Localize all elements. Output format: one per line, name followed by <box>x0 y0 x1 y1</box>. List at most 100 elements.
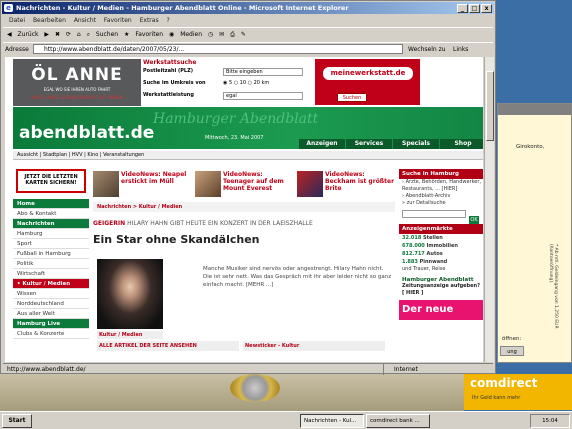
breadcrumb[interactable]: Nachrichten > Kultur / Medien <box>93 202 395 212</box>
task-abendblatt[interactable]: Nachrichten - Kul... <box>300 414 364 428</box>
search-button[interactable]: ⌕ Suchen <box>87 28 119 42</box>
start-button[interactable]: Start <box>2 414 32 428</box>
markt-more[interactable]: und Trauer, Reise <box>399 266 483 273</box>
leistung-select[interactable]: egal <box>223 92 303 100</box>
pink-ad[interactable]: Der neue <box>399 300 483 320</box>
search-item[interactable]: › Abendblatt-Archiv <box>399 193 483 200</box>
mail-icon[interactable]: ✉ <box>219 28 224 42</box>
tickets-ad[interactable]: JETZT DIE LETZTEN KARTEN SICHERN! <box>16 169 86 193</box>
menu-favoriten[interactable]: Favoriten <box>104 17 132 24</box>
menu-extras[interactable]: Extras <box>140 17 159 24</box>
markt-count: 812.717 <box>402 251 425 257</box>
search-item[interactable]: Restaurants, ... [HIER] <box>399 186 483 193</box>
teaser-image <box>297 171 323 197</box>
forward-button[interactable]: ▶ <box>44 28 49 42</box>
markt-row[interactable]: 678.000 Immobilien <box>399 242 483 250</box>
main-column: VideoNews: Neapel erstickt im Müll Video… <box>93 171 395 362</box>
main-nav: Anzeigen Services Specials Shop <box>299 139 483 149</box>
home-icon[interactable]: ⌂ <box>77 28 81 42</box>
radius-radios[interactable]: ◉ 5 ○ 10 ○ 20 km <box>223 80 269 86</box>
left-nav-item[interactable]: Sport <box>13 239 89 249</box>
address-label: Adresse <box>5 46 29 53</box>
teaser-text: VideoNews: Neapel erstickt im Müll <box>121 171 187 185</box>
teaser-text: VideoNews: Teenager auf dem Mount Everes… <box>223 171 284 192</box>
all-articles-link[interactable]: ALLE ARTIKEL DER SEITE ANSEHEN <box>97 341 239 351</box>
markt-label: Stellen <box>423 235 443 241</box>
menu-datei[interactable]: Datei <box>9 17 25 24</box>
markt-row[interactable]: 32.018 Stellen <box>399 234 483 242</box>
article-headline[interactable]: Ein Star ohne Skandälchen <box>93 233 395 246</box>
title-bar[interactable]: e Nachrichten - Kultur / Medien - Hambur… <box>2 2 494 14</box>
refresh-icon[interactable]: ⟳ <box>66 28 71 42</box>
menu-bearbeiten[interactable]: Bearbeiten <box>33 17 66 24</box>
left-nav-item[interactable]: Nachrichten <box>13 219 89 229</box>
vertical-scrollbar[interactable] <box>484 57 494 362</box>
euro-coin-image <box>230 374 280 402</box>
teaser-neapel[interactable]: VideoNews: Neapel erstickt im Müll <box>93 171 193 199</box>
left-nav-item[interactable]: Norddeutschland <box>13 299 89 309</box>
sub-navigation[interactable]: Aussicht | Stadtplan | HVV | Kino | Vera… <box>13 151 483 160</box>
left-nav-item[interactable]: Politik <box>13 259 89 269</box>
bottom-links: ALLE ARTIKEL DER SEITE ANSEHEN Newsticker… <box>97 341 392 351</box>
bg-window-text: Girokonto, <box>516 144 545 150</box>
tab-shop[interactable]: Shop <box>440 139 483 149</box>
hamburg-search-input[interactable] <box>402 210 466 218</box>
detail-search-link[interactable]: » zur Detailsuche <box>399 200 483 207</box>
left-nav-item[interactable]: Aus aller Welt <box>13 309 89 319</box>
meinewerkstatt-search-button[interactable]: Suchen <box>337 93 367 102</box>
zeitungsanzeige-link[interactable]: Zeitungsanzeige aufgeben? [ HIER ] <box>399 283 483 297</box>
tab-anzeigen[interactable]: Anzeigen <box>299 139 345 149</box>
back-button[interactable]: ◀ Zurück <box>7 28 39 42</box>
ok-button[interactable]: OK <box>469 216 479 224</box>
edit-icon[interactable]: ✎ <box>241 28 246 42</box>
task-comdirect[interactable]: comdirect bank ... <box>366 414 430 428</box>
go-button[interactable]: Wechseln zu <box>408 43 446 56</box>
newsticker-link[interactable]: Newsticker - Kultur <box>243 341 385 351</box>
tab-specials[interactable]: Specials <box>393 139 439 149</box>
bg-window-button[interactable]: ung <box>500 346 524 356</box>
history-icon[interactable]: ◷ <box>208 28 213 42</box>
status-bar: http://www.abendblatt.de/ Internet <box>3 363 493 375</box>
stop-icon[interactable]: ✖ <box>55 28 60 42</box>
scroll-thumb[interactable] <box>486 71 494 141</box>
menu-help[interactable]: ? <box>167 17 170 24</box>
masthead: Hamburger Abendblatt <box>153 111 319 127</box>
plz-input[interactable]: Bitte eingeben <box>223 68 303 76</box>
links-button[interactable]: Links <box>453 43 468 56</box>
site-logo[interactable]: abendblatt.de <box>19 123 154 143</box>
meinewerkstatt-ad[interactable]: meinewerkstatt.de Suchen <box>315 59 420 105</box>
oel-anne-ad[interactable]: ÖL ANNE EGAL WO SIE IHREN AUTO FAHRT NIC… <box>13 59 141 106</box>
menu-ansicht[interactable]: Ansicht <box>74 17 96 24</box>
left-nav-item[interactable]: Hamburg <box>13 229 89 239</box>
teaser-image <box>93 171 119 197</box>
left-nav-item[interactable]: • Kultur / Medien <box>13 279 89 289</box>
markt-row[interactable]: 812.717 Autos <box>399 250 483 258</box>
left-nav-item[interactable]: Clubs & Konzerte <box>13 329 89 339</box>
markt-row[interactable]: 1.883 Pinnwand <box>399 258 483 266</box>
favorites-button[interactable]: ★ Favoriten <box>124 28 163 42</box>
search-item[interactable]: › Ärzte, Behörden, Handwerker, <box>399 179 483 186</box>
teaser-beckham[interactable]: VideoNews: Beckham ist größter Brite <box>297 171 397 199</box>
address-input[interactable]: http://www.abendblatt.de/daten/2007/05/2… <box>33 44 403 54</box>
maximize-button[interactable]: □ <box>469 4 480 13</box>
background-window-titlebar[interactable] <box>498 104 571 115</box>
minimize-button[interactable]: _ <box>457 4 468 13</box>
meinewerkstatt-logo: meinewerkstatt.de <box>323 67 413 80</box>
left-nav-item[interactable]: Abo & Kontakt <box>13 209 89 219</box>
left-nav-item[interactable]: Wissen <box>13 289 89 299</box>
left-nav-item[interactable]: Home <box>13 199 89 209</box>
left-nav-item[interactable]: Fußball in Hamburg <box>13 249 89 259</box>
teaser-everest[interactable]: VideoNews: Teenager auf dem Mount Everes… <box>195 171 295 199</box>
comdirect-banner[interactable]: comdirect Ihr Geld kann mehr <box>464 374 572 410</box>
print-icon[interactable]: ⎙ <box>230 28 235 42</box>
background-window[interactable]: Girokonto, * Ab mtl. Geldeingang von 1.2… <box>497 103 572 363</box>
tab-services[interactable]: Services <box>346 139 392 149</box>
article-image[interactable] <box>97 259 163 329</box>
article-teaser-text: Manche Musiker sind nervös oder angestre… <box>203 266 392 288</box>
close-button[interactable]: x <box>481 4 492 13</box>
left-nav-item[interactable]: Wirtschaft <box>13 269 89 279</box>
left-nav-item[interactable]: Hamburg Live <box>13 319 89 329</box>
status-text: http://www.abendblatt.de/ <box>7 366 86 373</box>
kicker-text: HILARY HAHN GIBT HEUTE EIN KONZERT IN DE… <box>127 220 313 227</box>
media-button[interactable]: ◉ Medien <box>169 28 202 42</box>
